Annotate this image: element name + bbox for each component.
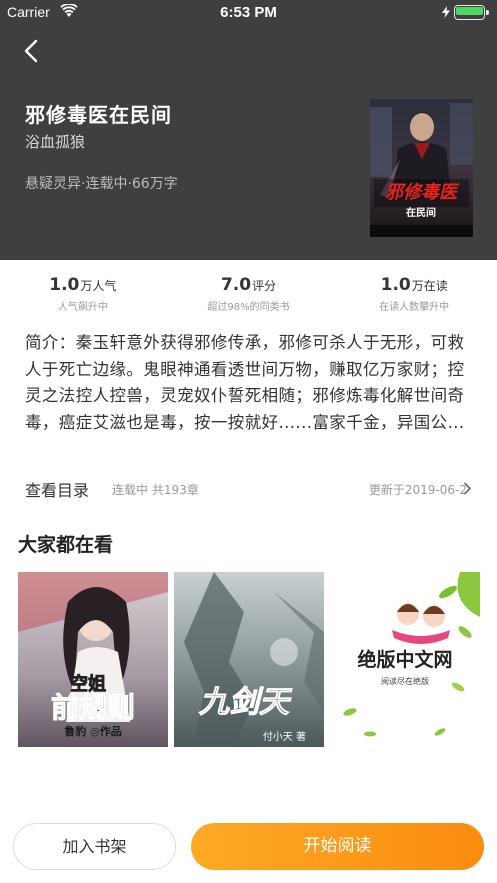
stat-rating-sub: 超过98%的同类书 bbox=[207, 302, 290, 313]
stat-rating-number: 7.0 bbox=[220, 275, 252, 295]
stat-popularity-number: 1.0 bbox=[49, 275, 80, 295]
stat-readers-unit: 万在读 bbox=[411, 279, 448, 293]
book-2-cover-author: 付小天 著 bbox=[263, 730, 306, 743]
toc-row[interactable]: 查看目录 连载中 共193章 更新于2019-06-2 bbox=[0, 474, 497, 502]
book-1-cover-author: 鲁豹 ◎作品 bbox=[64, 724, 121, 738]
stat-readers: 1.0万在读 在读人数攀升中 bbox=[331, 260, 497, 322]
status-bar: Carrier 6:53 PM bbox=[0, 0, 497, 26]
stat-rating: 7.0评分 超过98%的同类书 bbox=[166, 260, 332, 322]
stat-readers-sub: 在读人数攀升中 bbox=[379, 302, 450, 313]
book-3-cover-sub: 阅读尽在绝版 bbox=[381, 676, 429, 686]
book-cover: 邪修毒医 在民间 bbox=[370, 99, 473, 237]
clock-label: 6:53 PM bbox=[220, 4, 277, 21]
battery-icon bbox=[454, 5, 490, 20]
recommend-book-2[interactable]: 九剑天 付小天 著 bbox=[174, 572, 324, 747]
recommend-book-1[interactable]: 空姐 前规则 鲁豹 ◎作品 bbox=[18, 572, 168, 747]
toc-status: 连载中 共193章 bbox=[112, 483, 199, 497]
toc-update-date: 更新于2019-06-2 bbox=[368, 483, 467, 497]
cover-title-text: 邪修毒医 bbox=[385, 182, 460, 203]
chevron-right-icon[interactable] bbox=[463, 482, 472, 495]
stats-row: 1.0万人气 人气飙升中 7.0评分 超过98%的同类书 1.0万在读 在读人数… bbox=[0, 260, 497, 322]
recommend-section-title: 大家都在看 bbox=[18, 534, 114, 556]
view-toc-link[interactable]: 查看目录 bbox=[25, 477, 89, 501]
book-meta: 悬疑灵异·连载中·66万字 bbox=[25, 176, 178, 192]
stat-readers-number: 1.0 bbox=[380, 275, 411, 295]
back-chevron-icon[interactable] bbox=[20, 38, 44, 64]
book-3-cover-title: 绝版中文网 bbox=[357, 648, 452, 671]
stat-popularity-sub: 人气飙升中 bbox=[57, 302, 108, 313]
book-header: Carrier 6:53 PM 邪修毒医在民间 浴血孤狼 悬疑灵异·连载中·66… bbox=[0, 0, 497, 260]
book-2-cover-title: 九剑天 bbox=[198, 685, 293, 720]
stat-rating-unit: 评分 bbox=[252, 279, 277, 293]
stat-popularity-unit: 万人气 bbox=[80, 279, 117, 293]
book-1-cover-title: 前规则 bbox=[51, 691, 135, 724]
add-to-shelf-button[interactable]: 加入书架 bbox=[13, 823, 176, 870]
cover-subtitle-text: 在民间 bbox=[406, 206, 436, 219]
charging-icon bbox=[442, 6, 450, 18]
book-author[interactable]: 浴血孤狼 bbox=[25, 131, 85, 152]
recommend-book-3[interactable]: 绝版中文网 阅读尽在绝版 bbox=[330, 572, 480, 747]
book-intro[interactable]: 简介：秦玉轩意外获得邪修传承，邪修可杀人于无形，可救人于死亡边缘。鬼眼神通看透世… bbox=[25, 330, 475, 436]
book-title: 邪修毒医在民间 bbox=[25, 103, 172, 127]
recommend-book-list: 空姐 前规则 鲁豹 ◎作品 九剑天 付小天 著 绝版中文网 阅读尽在绝版 bbox=[18, 572, 497, 747]
stat-popularity: 1.0万人气 人气飙升中 bbox=[0, 260, 166, 322]
start-reading-button[interactable]: 开始阅读 bbox=[191, 823, 484, 870]
